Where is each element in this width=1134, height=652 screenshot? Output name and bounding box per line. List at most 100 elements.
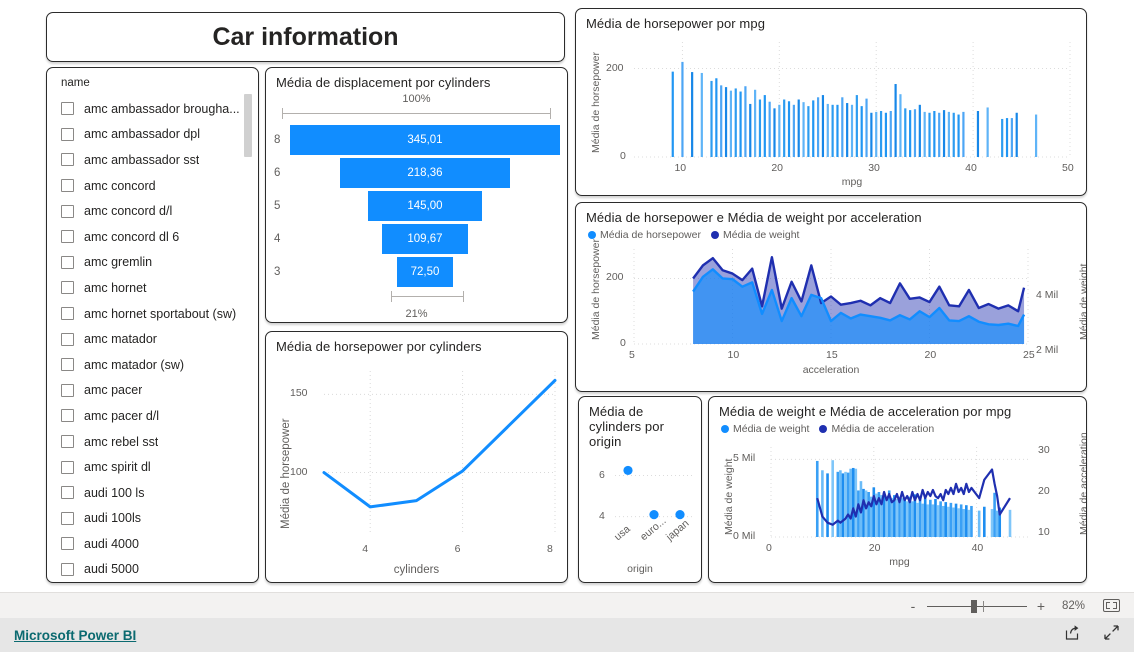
checkbox-icon[interactable] [61,179,74,193]
checkbox-icon[interactable] [61,460,74,474]
funnel-bar[interactable]: 109,67 [382,224,468,254]
displacement-funnel-card[interactable]: Média de displacement por cylinders 100%… [265,67,568,323]
funnel-bar[interactable]: 72,50 [396,257,454,287]
y2-tick-label: 10 [1038,525,1050,538]
funnel-bar[interactable]: 218,36 [339,158,511,188]
combo1-legend[interactable]: Média de horsepower Média de weight [576,226,1086,241]
slicer-item[interactable]: amc matador (sw) [61,352,252,378]
legend-item[interactable]: Média de weight [721,423,809,435]
funnel-bar[interactable]: 345,01 [290,125,560,155]
checkbox-icon[interactable] [61,204,74,218]
slicer-item[interactable]: amc hornet [61,275,252,301]
checkbox-icon[interactable] [61,102,74,116]
checkbox-icon[interactable] [61,332,74,346]
checkbox-icon[interactable] [61,383,74,397]
x-tick-label: 20 [868,542,881,554]
slicer-item[interactable]: amc pacer [61,378,252,404]
cylinders-by-origin-card[interactable]: Média de cylinders por origin 4 6 usa euro.… [578,396,702,583]
legend-item[interactable]: Média de weight [710,229,799,241]
zoom-controls[interactable]: - + 82% [907,598,1134,614]
zoom-in-button[interactable]: + [1035,598,1047,614]
slicer-item[interactable]: audi 5000 [61,557,252,582]
slicer-item-list[interactable]: amc ambassador brougha... amc ambassador … [61,96,252,582]
checkbox-icon[interactable] [61,562,74,576]
horsepower-weight-by-acceleration-card[interactable]: Média de horsepower e Média de weight po… [575,202,1087,392]
funnel-category-label: 4 [274,233,281,245]
slicer-item[interactable]: amc ambassador sst [61,147,252,173]
combo2-plot: 0 20 40 0 Mil 5 Mil 10 20 30 mpg Média de weight M… [709,432,1086,575]
funnel-track: 145,00 [290,191,559,221]
slicer-item[interactable]: amc concord d/l [61,198,252,224]
y-tick-label: 150 [290,387,308,400]
name-slicer[interactable]: name amc ambassador brougha... amc ambass… [46,67,259,583]
y-axis-title: Média de horsepower [280,418,292,529]
fullscreen-icon[interactable] [1103,624,1120,646]
checkbox-icon[interactable] [61,127,74,141]
combo2-legend[interactable]: Média de weight Média de acceleration [709,420,1086,435]
x-tick-label: 6 [454,543,461,555]
horsepower-by-cylinders-card[interactable]: Média de horsepower por cylinders 4 6 8 100… [265,331,568,583]
legend-item[interactable]: Média de horsepower [588,229,701,241]
slicer-item[interactable]: amc pacer d/l [61,403,252,429]
funnel-bar[interactable]: 145,00 [368,191,482,221]
checkbox-icon[interactable] [61,281,74,295]
checkbox-icon[interactable] [61,435,74,449]
y2-tick-label: 30 [1038,444,1050,457]
zoom-out-button[interactable]: - [907,598,919,614]
share-icon[interactable] [1064,624,1081,646]
bar-series [671,61,1038,157]
checkbox-icon[interactable] [61,255,74,269]
powerbi-brand-link[interactable]: Microsoft Power BI [14,628,136,643]
zoom-slider[interactable] [927,599,1027,613]
legend-item[interactable]: Média de acceleration [819,423,934,435]
slicer-item[interactable]: amc matador [61,326,252,352]
checkbox-icon[interactable] [61,230,74,244]
scatter-point[interactable] [623,465,633,476]
slicer-item[interactable]: amc concord [61,173,252,199]
slicer-item[interactable]: amc gremlin [61,250,252,276]
x-tick-label: 10 [674,162,687,174]
slicer-scrollbar-thumb[interactable] [244,94,252,157]
checkbox-icon[interactable] [61,537,74,551]
slicer-item[interactable]: audi 4000 [61,531,252,557]
checkbox-icon[interactable] [61,486,74,500]
funnel-row[interactable]: 3 72,50 [274,257,559,287]
slicer-item-label: audi 5000 [84,562,139,577]
slicer-item[interactable]: amc ambassador brougha... [61,96,252,122]
funnel-row[interactable]: 5 145,00 [274,191,559,221]
combo1-chart-title: Média de horsepower e Média de weight po… [586,210,922,225]
funnel-row[interactable]: 8 345,01 [274,125,560,155]
fit-to-page-icon[interactable] [1103,599,1120,612]
checkbox-icon[interactable] [61,511,74,525]
funnel-value-label: 72,50 [410,266,440,278]
x-axis-title: mpg [841,176,863,188]
horsepower-by-mpg-card[interactable]: Média de horsepower por mpg 10 20 30 40 50 0 2… [575,8,1087,196]
slicer-item[interactable]: amc spirit dl [61,454,252,480]
funnel-top-percent: 100% [402,93,431,105]
weight-acceleration-by-mpg-card[interactable]: Média de weight e Média de acceleration … [708,396,1087,583]
combo2-chart-title: Média de weight e Média de acceleration … [719,404,1012,419]
checkbox-icon[interactable] [61,409,74,423]
slicer-item[interactable]: amc ambassador dpl [61,122,252,148]
slicer-item-label: amc gremlin [84,255,153,270]
funnel-track: 218,36 [290,158,559,188]
checkbox-icon[interactable] [61,358,74,372]
funnel-plot: 100% 8 345,01 6 218,36 5 145,00 4 109,67 3 72,50 … [266,91,567,322]
scatter-chart-title: Média de cylinders por origin [589,404,664,449]
y-tick-label: 100 [290,465,308,478]
funnel-row[interactable]: 4 109,67 [274,224,559,254]
checkbox-icon[interactable] [61,307,74,321]
slicer-item[interactable]: amc concord dl 6 [61,224,252,250]
zoom-slider-notch [983,600,984,612]
checkbox-icon[interactable] [61,153,74,167]
legend-label: Média de horsepower [600,229,701,241]
slicer-item[interactable]: amc rebel sst [61,429,252,455]
funnel-row[interactable]: 6 218,36 [274,158,559,188]
slicer-item[interactable]: audi 100 ls [61,480,252,506]
slicer-item[interactable]: audi 100ls [61,506,252,532]
funnel-track: 345,01 [290,125,560,155]
slicer-item[interactable]: amc hornet sportabout (sw) [61,301,252,327]
funnel-category-label: 8 [274,134,281,146]
zoom-slider-thumb[interactable] [971,599,977,613]
slicer-scrollbar-track[interactable] [244,94,252,574]
